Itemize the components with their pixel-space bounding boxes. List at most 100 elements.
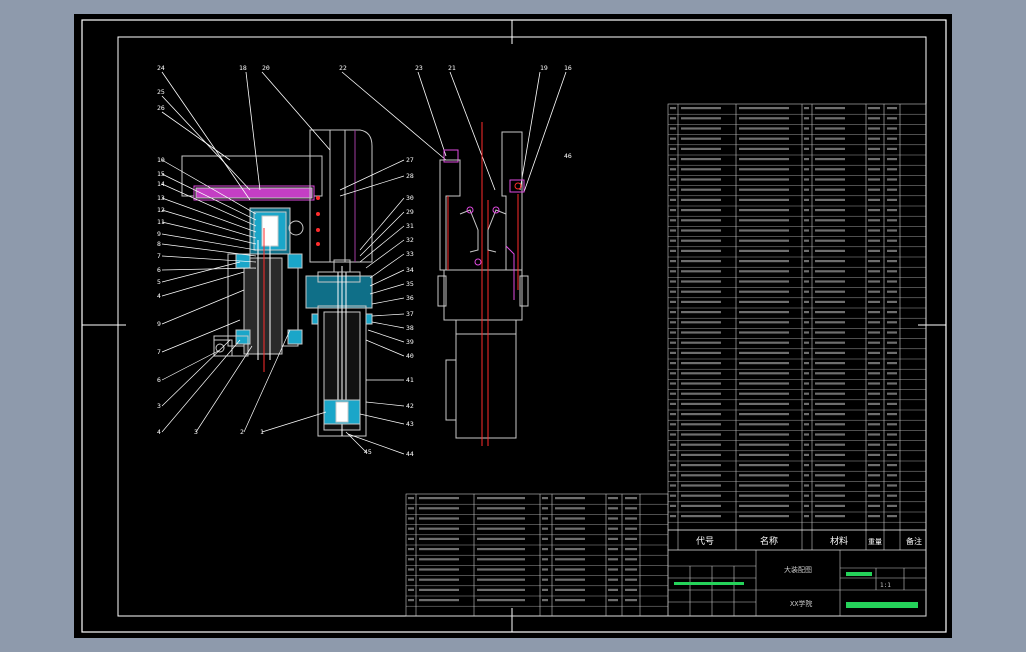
table-cell-text — [868, 433, 880, 436]
svg-text:8: 8 — [157, 240, 161, 248]
table-cell-text — [670, 127, 676, 130]
table-cell-text — [477, 578, 525, 581]
table-cell-text — [681, 362, 721, 365]
table-cell-text — [815, 453, 845, 456]
table-cell-text — [408, 497, 414, 500]
table-cell-text — [608, 588, 618, 591]
table-cell-text — [868, 280, 880, 283]
table-cell-text — [887, 504, 897, 507]
table-cell-text — [887, 433, 897, 436]
table-cell-text — [815, 147, 845, 150]
table-cell-text — [670, 107, 676, 110]
table-cell-text — [739, 351, 789, 354]
table-cell-text — [868, 504, 880, 507]
svg-text:42: 42 — [406, 402, 414, 410]
table-cell-text — [815, 290, 845, 293]
table-cell-text — [739, 464, 789, 467]
table-cell-text — [887, 311, 897, 314]
table-cell-text — [887, 362, 897, 365]
table-cell-text — [670, 362, 676, 365]
table-cell-text — [815, 188, 845, 191]
table-cell-text — [739, 239, 789, 242]
table-cell-text — [681, 494, 721, 497]
table-cell-text — [804, 474, 809, 477]
table-cell-text — [739, 219, 789, 222]
table-cell-text — [670, 464, 676, 467]
table-cell-text — [670, 178, 676, 181]
table-cell-text — [670, 168, 676, 171]
table-cell-text — [739, 311, 789, 314]
table-cell-text — [739, 474, 789, 477]
table-cell-text — [681, 270, 721, 273]
title-block-drawing-title: 大装配图 — [784, 565, 812, 574]
table-cell-text — [887, 382, 897, 385]
table-cell-text — [815, 494, 845, 497]
svg-text:9: 9 — [157, 230, 161, 238]
table-cell-text — [555, 568, 585, 571]
table-cell-text — [681, 168, 721, 171]
table-cell-text — [887, 392, 897, 395]
table-cell-text — [542, 517, 548, 520]
table-cell-text — [670, 137, 676, 140]
svg-text:41: 41 — [406, 376, 414, 384]
bom-header-weight: 重量 — [868, 538, 882, 546]
table-cell-text — [887, 494, 897, 497]
svg-text:14: 14 — [157, 180, 165, 188]
svg-text:36: 36 — [406, 294, 414, 302]
table-cell-text — [887, 249, 897, 252]
table-cell-text — [868, 158, 880, 161]
table-cell-text — [887, 413, 897, 416]
table-cell-text — [887, 239, 897, 242]
table-cell-text — [739, 209, 789, 212]
table-cell-text — [419, 517, 459, 520]
table-cell-text — [868, 474, 880, 477]
table-cell-text — [739, 249, 789, 252]
table-cell-text — [419, 537, 459, 540]
svg-text:13: 13 — [157, 194, 165, 202]
table-cell-text — [608, 578, 618, 581]
table-cell-text — [815, 209, 845, 212]
table-cell-text — [887, 474, 897, 477]
table-cell-text — [739, 321, 789, 324]
table-cell-text — [419, 548, 459, 551]
table-cell-text — [739, 504, 789, 507]
table-cell-text — [670, 117, 676, 120]
svg-text:31: 31 — [406, 222, 414, 230]
table-cell-text — [670, 372, 676, 375]
table-cell-text — [477, 599, 525, 602]
table-cell-text — [815, 198, 845, 201]
table-cell-text — [625, 517, 637, 520]
table-cell-text — [804, 321, 809, 324]
table-cell-text — [815, 260, 845, 263]
table-cell-text — [739, 423, 789, 426]
table-cell-text — [868, 209, 880, 212]
svg-text:3: 3 — [194, 428, 198, 436]
table-cell-text — [887, 280, 897, 283]
table-cell-text — [868, 188, 880, 191]
table-cell-text — [868, 300, 880, 303]
table-cell-text — [868, 351, 880, 354]
table-cell-text — [555, 588, 585, 591]
table-cell-text — [670, 392, 676, 395]
table-cell-text — [419, 588, 459, 591]
table-cell-text — [681, 147, 721, 150]
table-cell-text — [608, 537, 618, 540]
table-cell-text — [887, 300, 897, 303]
table-cell-text — [625, 537, 637, 540]
table-cell-text — [408, 527, 414, 530]
table-cell-text — [804, 107, 809, 110]
table-cell-text — [542, 548, 548, 551]
table-cell-text — [804, 158, 809, 161]
table-cell-text — [681, 260, 721, 263]
table-cell-text — [887, 147, 897, 150]
table-cell-text — [670, 494, 676, 497]
table-cell-text — [887, 290, 897, 293]
table-cell-text — [815, 249, 845, 252]
table-cell-text — [681, 504, 721, 507]
svg-text:25: 25 — [157, 88, 165, 96]
svg-text:38: 38 — [406, 324, 414, 332]
table-cell-text — [815, 413, 845, 416]
table-cell-text — [739, 280, 789, 283]
table-cell-text — [815, 443, 845, 446]
svg-text:32: 32 — [406, 236, 414, 244]
